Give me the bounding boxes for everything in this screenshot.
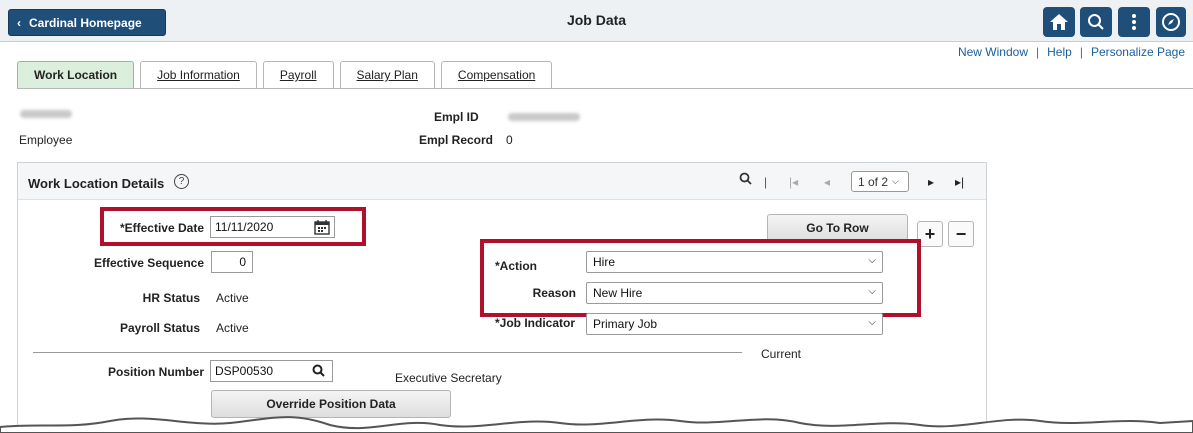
- home-icon[interactable]: [1043, 7, 1075, 37]
- pagination-value: 1 of 2: [858, 174, 889, 189]
- tab-work-location[interactable]: Work Location: [17, 61, 135, 88]
- effective-sequence-value: 0: [239, 255, 246, 269]
- go-to-row-button[interactable]: Go To Row: [767, 214, 908, 242]
- tab-payroll[interactable]: Payroll: [262, 61, 334, 88]
- action-reason-highlight: [480, 239, 921, 317]
- panel-header: Work Location Details ? | |◂ ◂ 1 of 2 ⌵ …: [18, 163, 986, 200]
- go-to-row-label: Go To Row: [806, 221, 869, 235]
- position-title: Executive Secretary: [395, 371, 502, 385]
- effective-sequence-field[interactable]: 0: [211, 251, 253, 273]
- effective-sequence-label: Effective Sequence: [93, 256, 204, 270]
- hr-status-label: HR Status: [142, 291, 200, 305]
- payroll-status-value: Active: [216, 321, 249, 335]
- hr-status-value: Active: [216, 291, 249, 305]
- plus-icon: +: [924, 223, 936, 244]
- minus-icon: −: [955, 223, 967, 244]
- redacted-employee-name: [20, 110, 72, 118]
- tab-label: Job Information: [157, 68, 240, 82]
- tab-salary-plan[interactable]: Salary Plan: [339, 61, 435, 88]
- last-row-icon[interactable]: ▸|: [955, 175, 964, 189]
- tab-label: Compensation: [457, 68, 536, 82]
- find-icon[interactable]: [739, 172, 752, 188]
- row-pagination-select[interactable]: 1 of 2 ⌵: [851, 171, 909, 192]
- link-separator: |: [1079, 45, 1083, 59]
- more-actions-icon[interactable]: [1118, 7, 1150, 37]
- effective-date-highlight: [100, 207, 366, 246]
- tab-job-information[interactable]: Job Information: [140, 61, 257, 88]
- help-icon[interactable]: ?: [174, 174, 189, 189]
- tab-label: Payroll: [279, 68, 317, 82]
- remove-row-button[interactable]: −: [948, 221, 974, 247]
- tab-label: Salary Plan: [356, 68, 418, 82]
- personalize-page-link[interactable]: Personalize Page: [1091, 45, 1185, 59]
- position-number-label: Position Number: [107, 365, 204, 379]
- tab-compensation[interactable]: Compensation: [440, 61, 553, 88]
- position-number-value: DSP00530: [215, 364, 274, 378]
- empl-id-label: Empl ID: [434, 110, 479, 124]
- page-title: Job Data: [566, 12, 627, 28]
- help-link[interactable]: Help: [1047, 45, 1072, 59]
- tab-bar: Work Location Job Information Payroll Sa…: [17, 61, 553, 88]
- job-indicator-select[interactable]: Primary Job ⌵: [586, 313, 883, 335]
- chevron-down-icon: ⌵: [892, 176, 899, 186]
- section-divider: [33, 352, 742, 353]
- current-label: Current: [761, 347, 802, 361]
- torn-edge: [0, 416, 1193, 433]
- nav-separator-icon: |: [764, 175, 768, 189]
- empl-record-value: 0: [506, 133, 513, 147]
- previous-row-icon[interactable]: ◂: [824, 175, 830, 189]
- redacted-empl-id: [508, 113, 580, 121]
- panel-title: Work Location Details: [28, 176, 165, 191]
- page-links: New Window | Help | Personalize Page: [958, 45, 1185, 59]
- first-row-icon[interactable]: |◂: [789, 175, 798, 189]
- position-lookup-icon[interactable]: [312, 364, 325, 380]
- page-header: ‹ Cardinal Homepage Job Data: [0, 0, 1193, 42]
- empl-record-label: Empl Record: [419, 133, 494, 147]
- navbar-compass-icon[interactable]: [1156, 7, 1186, 37]
- search-icon[interactable]: [1080, 7, 1112, 37]
- employee-label: Employee: [19, 133, 73, 147]
- next-row-icon[interactable]: ▸: [928, 175, 934, 189]
- job-indicator-label: *Job Indicator: [495, 316, 576, 330]
- job-indicator-value: Primary Job: [593, 317, 658, 331]
- chevron-down-icon: ⌵: [868, 317, 876, 328]
- link-separator: |: [1036, 45, 1040, 59]
- tab-label: Work Location: [34, 68, 118, 82]
- tab-divider: [17, 88, 1193, 89]
- payroll-status-label: Payroll Status: [119, 321, 200, 335]
- new-window-link[interactable]: New Window: [958, 45, 1028, 59]
